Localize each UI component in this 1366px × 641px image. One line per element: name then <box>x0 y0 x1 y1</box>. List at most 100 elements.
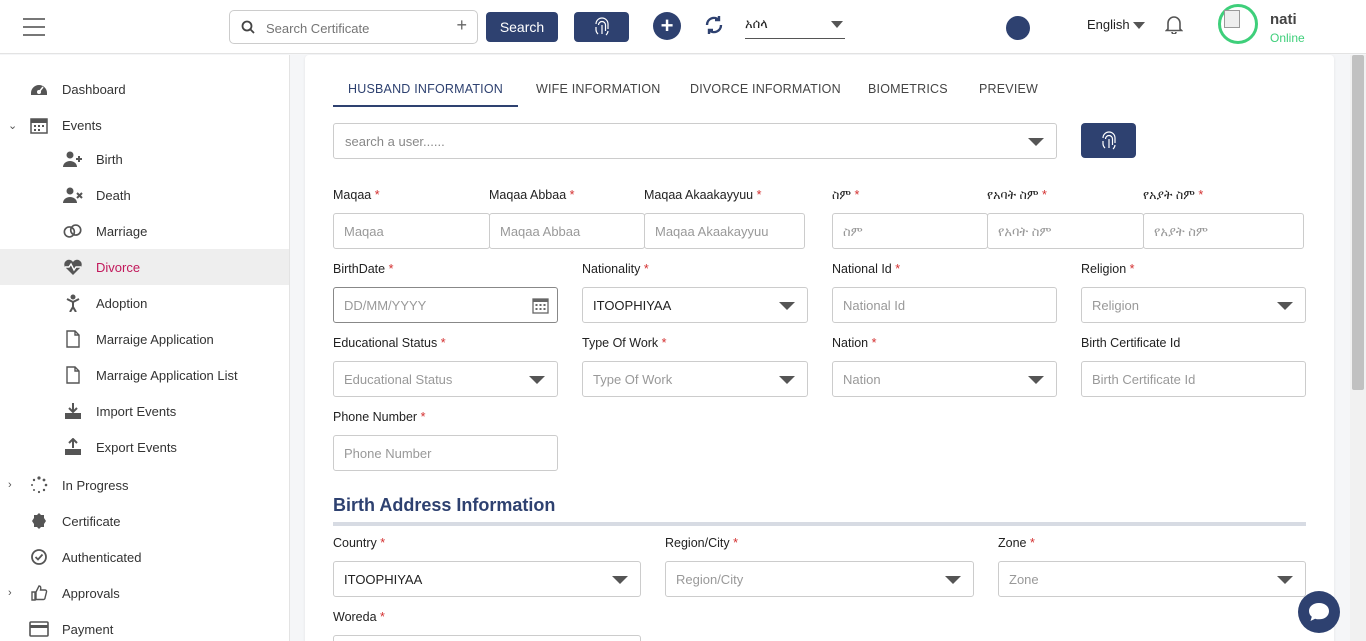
sidebar-item-label: Payment <box>62 621 114 637</box>
required-mark: * <box>374 188 380 202</box>
sidebar-item-adoption[interactable]: Adoption <box>0 285 289 321</box>
plus-icon[interactable]: + <box>456 15 467 36</box>
dashboard-icon <box>29 79 49 99</box>
sidebar-item-label: Adoption <box>96 295 148 311</box>
placeholder: Type Of Work <box>593 372 673 387</box>
fingerprint-lookup-button[interactable] <box>1081 123 1136 158</box>
national-id-field[interactable]: National Id <box>832 287 1057 323</box>
sim-field[interactable]: ስም <box>832 213 988 249</box>
required-mark: * <box>1198 188 1204 202</box>
certificate-search-box[interactable]: + <box>229 10 478 44</box>
educational-status-select[interactable]: Educational Status <box>333 361 558 397</box>
sidebar-item-label: Approvals <box>62 585 120 601</box>
zone-select[interactable]: Zone <box>998 561 1306 597</box>
region-select[interactable]: Region/City <box>665 561 974 597</box>
required-mark: * <box>756 188 762 202</box>
birth-certificate-id-field[interactable]: Birth Certificate Id <box>1081 361 1306 397</box>
chevron-down-icon <box>1132 22 1145 30</box>
sidebar-item-payment[interactable]: Payment <box>0 611 289 641</box>
calendar-icon[interactable] <box>532 297 549 314</box>
sidebar-item-certificate[interactable]: Certificate <box>0 503 289 539</box>
sidebar-item-marriage[interactable]: Marriage <box>0 213 289 249</box>
phone-number-field[interactable]: Phone Number <box>333 435 558 471</box>
nation-select[interactable]: Nation <box>832 361 1057 397</box>
tab-preview[interactable]: PREVIEW <box>979 73 1038 107</box>
tab-husband-information[interactable]: HUSBAND INFORMATION <box>333 73 518 107</box>
maqaa-field[interactable]: Maqaa <box>333 213 490 249</box>
sidebar-item-export-events[interactable]: Export Events <box>0 429 289 465</box>
sidebar-item-label: Birth <box>96 151 123 167</box>
required-mark: * <box>661 336 667 350</box>
fingerprint-button[interactable] <box>574 12 629 42</box>
sidebar-item-in-progress[interactable]: › In Progress <box>0 467 289 503</box>
required-mark: * <box>871 336 877 350</box>
country-select[interactable]: ITOOPHIYAA <box>333 561 641 597</box>
sidebar-item-label: Events <box>62 117 102 133</box>
status-dot[interactable] <box>1006 16 1030 40</box>
label-text: Nation <box>832 336 869 350</box>
refresh-icon[interactable] <box>703 14 725 36</box>
chat-button[interactable] <box>1298 591 1340 633</box>
grandfather-name-field[interactable]: የአያት ስም <box>1143 213 1304 249</box>
maqaa-abbaa-field[interactable]: Maqaa Abbaa <box>489 213 645 249</box>
bell-icon[interactable] <box>1165 14 1183 34</box>
search-certificate-input[interactable] <box>266 18 446 38</box>
region-label: Region/City * <box>665 536 738 550</box>
placeholder: ስም <box>843 224 863 239</box>
check-circle-icon <box>29 547 49 567</box>
scrollbar-thumb[interactable] <box>1352 55 1364 390</box>
birthdate-field[interactable]: DD/MM/YYYY <box>333 287 558 323</box>
document-icon <box>63 329 83 349</box>
child-icon <box>63 293 83 313</box>
sidebar-item-authenticated[interactable]: Authenticated <box>0 539 289 575</box>
type-of-work-select[interactable]: Type Of Work <box>582 361 808 397</box>
sidebar-item-dashboard[interactable]: Dashboard <box>0 71 289 107</box>
sidebar-item-marraige-application-list[interactable]: Marraige Application List <box>0 357 289 393</box>
sidebar-item-label: Marraige Application List <box>96 367 238 383</box>
avatar[interactable] <box>1218 4 1258 44</box>
chevron-right-icon: › <box>8 587 12 599</box>
sidebar-item-import-events[interactable]: Import Events <box>0 393 289 429</box>
page-scrollbar[interactable] <box>1350 55 1366 641</box>
office-select[interactable]: አሰላ <box>745 13 845 39</box>
user-search-select[interactable]: search a user...... <box>333 123 1057 159</box>
sidebar-item-death[interactable]: Death <box>0 177 289 213</box>
woreda-select[interactable] <box>333 635 641 641</box>
country-label: Country * <box>333 536 385 550</box>
language-label: English <box>1087 17 1130 32</box>
label-text: የአያት ስም <box>1143 188 1195 202</box>
grandfather-name-label: የአያት ስም * <box>1143 188 1203 203</box>
chevron-down-icon <box>779 302 795 310</box>
placeholder: Religion <box>1092 298 1139 313</box>
woreda-label: Woreda * <box>333 610 385 624</box>
add-icon[interactable]: + <box>653 12 681 40</box>
sidebar-item-label: Marriage <box>96 223 148 239</box>
nationality-select[interactable]: ITOOPHIYAA <box>582 287 808 323</box>
sidebar-item-events[interactable]: ⌄ Events <box>0 107 289 143</box>
maqaa-akaakayyuu-field[interactable]: Maqaa Akaakayyuu <box>644 213 805 249</box>
placeholder: Phone Number <box>344 446 432 461</box>
language-selector[interactable]: English <box>1087 17 1145 32</box>
sidebar-item-label: Marraige Application <box>96 331 214 347</box>
label-text: Maqaa <box>333 188 372 202</box>
user-x-icon <box>63 185 83 205</box>
search-button[interactable]: Search <box>486 12 558 42</box>
maqaa-akaakayyuu-label: Maqaa Akaakayyuu * <box>644 188 761 202</box>
educational-status-label: Educational Status * <box>333 336 446 350</box>
sidebar-item-approvals[interactable]: › Approvals <box>0 575 289 611</box>
tab-divorce-information[interactable]: DIVORCE INFORMATION <box>690 73 841 107</box>
sidebar-item-birth[interactable]: Birth <box>0 141 289 177</box>
sidebar-item-divorce[interactable]: Divorce <box>0 249 289 285</box>
chevron-down-icon <box>612 576 628 584</box>
tab-wife-information[interactable]: WIFE INFORMATION <box>536 73 660 107</box>
father-name-field[interactable]: የአባት ስም <box>987 213 1144 249</box>
calendar-icon <box>29 115 49 135</box>
maqaa-abbaa-label: Maqaa Abbaa * <box>489 188 575 202</box>
menu-icon[interactable] <box>23 18 45 36</box>
rings-icon <box>63 221 83 241</box>
religion-select[interactable]: Religion <box>1081 287 1306 323</box>
sidebar-item-marraige-application[interactable]: Marraige Application <box>0 321 289 357</box>
tab-biometrics[interactable]: BIOMETRICS <box>868 73 948 107</box>
sidebar-item-label: Import Events <box>96 403 177 419</box>
label-text: Educational Status <box>333 336 438 350</box>
